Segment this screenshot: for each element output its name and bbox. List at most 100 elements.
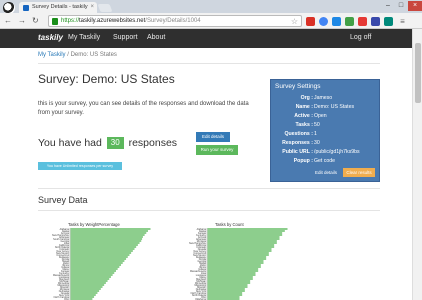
url-scheme: https://: [61, 18, 80, 24]
chart-bar: [70, 276, 111, 278]
extension-icon-7[interactable]: [384, 17, 393, 26]
chart-bar: [207, 236, 280, 238]
chart-bar: [207, 284, 248, 286]
extension-icon-4[interactable]: [345, 17, 354, 26]
chart-bar: [207, 296, 240, 298]
tab-close-icon[interactable]: ×: [90, 2, 94, 13]
brand-logo[interactable]: taskily: [38, 33, 63, 42]
url-input[interactable]: https://taskily.azurewebsites.net/Survey…: [48, 15, 302, 27]
chart-bar: [70, 294, 96, 296]
chart-bar: [207, 240, 277, 242]
reload-icon[interactable]: ↻: [32, 16, 39, 26]
panel-edit-details-button[interactable]: Edit details: [311, 168, 341, 177]
chart-bar: [207, 298, 240, 300]
clear-results-button[interactable]: Clear results: [343, 168, 375, 177]
url-path: /Survey/Details/1004: [145, 18, 201, 24]
settings-key: Responses :: [282, 140, 313, 146]
divider: [38, 63, 380, 64]
chart-bar: [70, 290, 100, 292]
chart-bar: [207, 232, 283, 234]
chart-bar: [207, 272, 256, 274]
chart-bar: [70, 298, 93, 300]
chart-bar: [70, 228, 151, 230]
breadcrumb-current: Demo: US States: [70, 52, 117, 58]
chart-bar: [207, 230, 285, 232]
chart-bar: [70, 232, 147, 234]
unlimited-badge: You have Unlimited responses per survey: [38, 162, 122, 170]
close-window-icon[interactable]: ×: [408, 1, 422, 11]
chart-bar: [70, 288, 101, 290]
nav-about[interactable]: About: [147, 34, 165, 41]
chart-bar: [70, 268, 118, 270]
settings-value: Demo: US States: [314, 104, 355, 110]
settings-value: 50: [314, 122, 320, 128]
settings-key: Questions :: [284, 131, 313, 137]
nav-my-taskily[interactable]: My Taskily: [68, 34, 100, 41]
chart-bar: [207, 228, 288, 230]
chart-bar: [70, 286, 103, 288]
logoff-link[interactable]: Log off: [350, 34, 371, 41]
tab-title: Survey Details - taskily: [32, 4, 88, 10]
settings-key: Tasks :: [295, 122, 314, 128]
settings-key: Popup :: [293, 158, 313, 164]
minimize-icon[interactable]: –: [382, 1, 394, 11]
breadcrumb-link[interactable]: My Taskily: [38, 52, 66, 58]
edit-details-button[interactable]: Edit details: [196, 132, 230, 142]
page-scrollbar[interactable]: [412, 29, 422, 300]
response-count-badge: 30: [106, 137, 124, 150]
chart-bar: [207, 246, 275, 248]
survey-settings-panel: Survey Settings Org : Jameso Name : Demo: …: [270, 79, 380, 182]
chart-bar: [207, 250, 272, 252]
chart-bar: [70, 292, 98, 294]
chart-bar: [207, 268, 259, 270]
browser-tab[interactable]: Survey Details - taskily ×: [19, 2, 97, 13]
chart-bar: [207, 276, 253, 278]
settings-key: Active :: [294, 113, 313, 119]
maximize-icon[interactable]: □: [395, 1, 407, 11]
breadcrumb: My Taskily / Demo: US States: [38, 52, 117, 58]
extension-icon-5[interactable]: [358, 17, 367, 26]
tab-favicon-icon: [23, 5, 29, 11]
nav-support[interactable]: Support: [113, 34, 138, 41]
chart-svg: AlabamaAlaskaArizonaNew HampshireArkansa…: [52, 228, 151, 300]
scrollbar-thumb[interactable]: [415, 43, 421, 103]
bookmark-star-icon[interactable]: ☆: [291, 16, 298, 27]
menu-icon[interactable]: ≡: [398, 17, 407, 26]
get-code-link[interactable]: Get code: [314, 158, 335, 165]
chart-bar: [70, 240, 142, 242]
run-survey-button[interactable]: Run your survey: [196, 145, 238, 155]
back-icon[interactable]: ←: [4, 16, 12, 26]
gmail-extension-icon[interactable]: [306, 17, 315, 26]
chart-bar: [70, 264, 122, 266]
chart-bar: [70, 234, 145, 236]
chart-bar: [70, 280, 108, 282]
chart-bar: [207, 262, 264, 264]
new-tab-button[interactable]: [97, 4, 113, 12]
chart-bar: [70, 250, 133, 252]
chart-bar: [70, 272, 115, 274]
chart-bar: [207, 264, 261, 266]
chart-bar: [70, 238, 143, 240]
chart-bar: [207, 234, 283, 236]
chart-bar: [70, 282, 106, 284]
settings-value: Jameso: [314, 95, 333, 101]
extension-icon-6[interactable]: [371, 17, 380, 26]
chart-bar: [70, 256, 128, 258]
chart-bar: [207, 252, 269, 254]
chart-bar: [70, 258, 127, 260]
settings-value: Open: [314, 113, 327, 119]
extension-icon-2[interactable]: [319, 17, 328, 26]
chart-bar: [207, 270, 259, 272]
public-url-link[interactable]: /public/gd1jh7ks9bs: [314, 149, 360, 156]
chart-bar: [207, 258, 267, 260]
forward-icon[interactable]: →: [18, 16, 26, 26]
extension-icon-3[interactable]: [332, 17, 341, 26]
survey-data-heading: Survey Data: [38, 195, 88, 205]
lock-icon: [52, 18, 58, 25]
chart-bar: [207, 294, 243, 296]
chart-bar: [70, 230, 148, 232]
settings-value: 30: [314, 140, 320, 146]
page-title: Survey: Demo: US States: [38, 72, 175, 86]
chart-bar: [207, 290, 245, 292]
chart-bar: [207, 288, 245, 290]
